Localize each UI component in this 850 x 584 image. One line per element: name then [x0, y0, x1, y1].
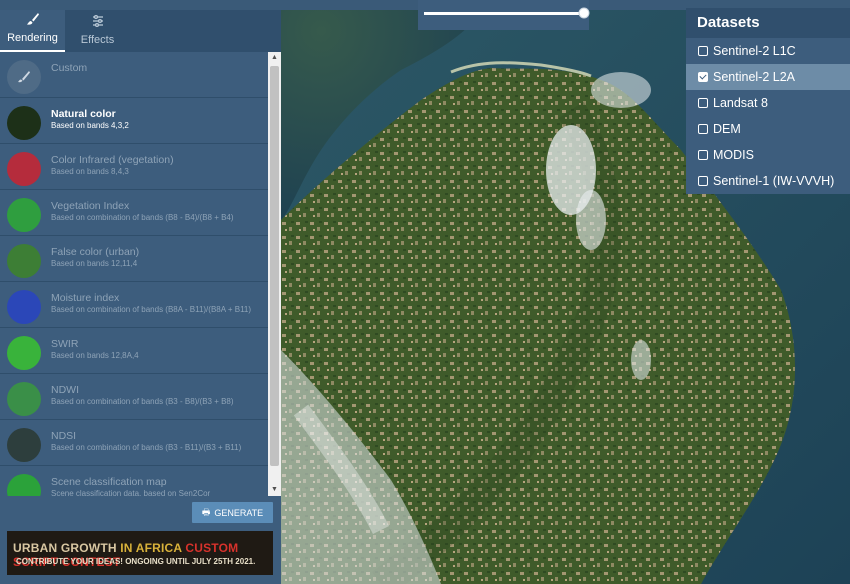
brush-icon: [26, 12, 40, 29]
dataset-label: MODIS: [713, 148, 754, 162]
layer-description: Based on bands 4,3,2: [51, 121, 129, 130]
layer-item[interactable]: Scene classification map Scene classifica…: [0, 466, 268, 496]
layer-description: Scene classification data, based on Sen2…: [51, 489, 211, 496]
layer-name: NDWI: [51, 384, 79, 396]
banner-part1: URBAN GROWTH: [13, 541, 121, 555]
dataset-item[interactable]: MODIS: [686, 142, 850, 168]
layer-item[interactable]: NDSI Based on combination of bands (B3 - …: [0, 420, 268, 466]
dataset-item[interactable]: Sentinel-1 (IW-VVVH): [686, 168, 850, 194]
layer-name: Scene classification map: [51, 476, 167, 488]
dataset-item[interactable]: Sentinel-2 L1C: [686, 38, 850, 64]
layer-description: Based on bands 8,4,3: [51, 167, 129, 176]
generate-button[interactable]: 🖶 GENERATE: [192, 502, 273, 523]
opacity-slider[interactable]: [418, 0, 590, 30]
layer-description: Based on bands 12,8A,4: [51, 351, 139, 360]
dataset-label: Sentinel-1 (IW-VVVH): [713, 174, 835, 188]
layer-thumbnail: [7, 152, 41, 186]
layer-name: NDSI: [51, 430, 77, 442]
tab-rendering[interactable]: Rendering: [0, 10, 65, 52]
layer-description: Based on bands 12,11,4: [51, 259, 138, 268]
layer-thumbnail: [7, 382, 41, 416]
layer-name: Natural color: [51, 108, 116, 120]
tab-effects-label: Effects: [80, 34, 115, 46]
layer-description: Based on combination of bands (B3 - B11)…: [51, 443, 242, 452]
layer-text: False color (urban) Based on bands 12,11,…: [51, 244, 139, 269]
checkbox-icon[interactable]: [698, 176, 708, 186]
slider-track: [424, 12, 584, 15]
checkbox-icon[interactable]: [698, 98, 708, 108]
layer-thumbnail: [7, 336, 41, 370]
slider-knob[interactable]: [578, 7, 590, 19]
generate-label: GENERATE: [214, 507, 264, 518]
layer-text: NDWI Based on combination of bands (B3 - …: [51, 382, 234, 407]
panel-tabs: Rendering Effects: [0, 10, 281, 52]
dataset-item[interactable]: Sentinel-2 L2A: [686, 64, 850, 90]
scrollbar-thumb[interactable]: [270, 66, 279, 466]
layer-name: SWIR: [51, 338, 79, 350]
dataset-label: Sentinel-2 L1C: [713, 44, 796, 58]
layer-thumbnail: [7, 428, 41, 462]
layer-text: Scene classification map Scene classifica…: [51, 474, 210, 496]
dataset-item[interactable]: DEM: [686, 116, 850, 142]
layer-list-scrollbar[interactable]: ▲ ▼: [268, 52, 281, 496]
layer-name: Vegetation Index: [51, 200, 130, 212]
layer-name: False color (urban): [51, 246, 140, 258]
layer-thumbnail: [7, 198, 41, 232]
layer-thumbnail: [7, 290, 41, 324]
layer-item[interactable]: False color (urban) Based on bands 12,11,…: [0, 236, 268, 282]
scroll-down-icon[interactable]: ▼: [268, 484, 281, 496]
layer-text: Color Infrared (vegetation) Based on band…: [51, 152, 174, 177]
layer-text: NDSI Based on combination of bands (B3 - …: [51, 428, 241, 453]
layer-text: Natural color Based on bands 4,3,2: [51, 106, 129, 131]
sliders-icon: [91, 14, 105, 31]
checkbox-icon[interactable]: [698, 46, 708, 56]
layer-name: Color Infrared (vegetation): [51, 154, 174, 166]
layer-description: Based on combination of bands (B8A - B11…: [51, 305, 252, 314]
layer-item[interactable]: Moisture index Based on combination of ba…: [0, 282, 268, 328]
datasets-title: Datasets: [686, 8, 850, 38]
layer-name: Moisture index: [51, 292, 120, 304]
brush-icon: [18, 71, 30, 83]
checkbox-icon[interactable]: [698, 124, 708, 134]
datasets-list: Sentinel-2 L1C Sentinel-2 L2A Landsat 8 DEM…: [686, 38, 850, 194]
contest-banner[interactable]: URBAN GROWTH IN AFRICA CUSTOM SCRIPT CON…: [7, 531, 273, 575]
layer-text: Moisture index Based on combination of ba…: [51, 290, 251, 315]
rendering-panel: Rendering Effects Custom Natural color Bas…: [0, 10, 281, 584]
layer-thumbnail: [7, 106, 41, 140]
layer-thumbnail: [7, 244, 41, 278]
layer-item[interactable]: NDWI Based on combination of bands (B3 - …: [0, 374, 268, 420]
tab-rendering-label: Rendering: [7, 32, 58, 44]
layer-text: Custom: [51, 60, 87, 75]
layer-item[interactable]: Custom: [0, 52, 268, 98]
layer-text: SWIR Based on bands 12,8A,4: [51, 336, 139, 361]
layer-text: Vegetation Index Based on combination of …: [51, 198, 234, 223]
layer-thumbnail: [7, 474, 41, 496]
layer-item[interactable]: Color Infrared (vegetation) Based on band…: [0, 144, 268, 190]
scroll-up-icon[interactable]: ▲: [268, 52, 281, 64]
dataset-label: Sentinel-2 L2A: [713, 70, 796, 84]
dataset-label: Landsat 8: [713, 96, 768, 110]
banner-part2: IN AFRICA: [120, 541, 186, 555]
layer-list: Custom Natural color Based on bands 4,3,2 C…: [0, 52, 268, 496]
checkbox-icon[interactable]: [698, 150, 708, 160]
printer-icon: 🖶: [201, 506, 211, 517]
dataset-label: DEM: [713, 122, 741, 136]
layer-item[interactable]: SWIR Based on bands 12,8A,4: [0, 328, 268, 374]
layer-description: Based on combination of bands (B3 - B8)/…: [51, 397, 234, 406]
dataset-item[interactable]: Landsat 8: [686, 90, 850, 116]
layer-name: Custom: [51, 62, 88, 74]
layer-item[interactable]: Vegetation Index Based on combination of …: [0, 190, 268, 236]
datasets-panel: Datasets Sentinel-2 L1C Sentinel-2 L2A Lan…: [686, 8, 850, 194]
tab-effects[interactable]: Effects: [65, 10, 130, 52]
layer-thumbnail: [7, 60, 41, 94]
checkbox-icon[interactable]: [698, 72, 708, 82]
banner-subline: CONTRIBUTE YOUR IDEAS! ONGOING UNTIL JUL…: [16, 557, 256, 566]
layer-item[interactable]: Natural color Based on bands 4,3,2: [0, 98, 268, 144]
layer-description: Based on combination of bands (B8 - B4)/…: [51, 213, 234, 222]
